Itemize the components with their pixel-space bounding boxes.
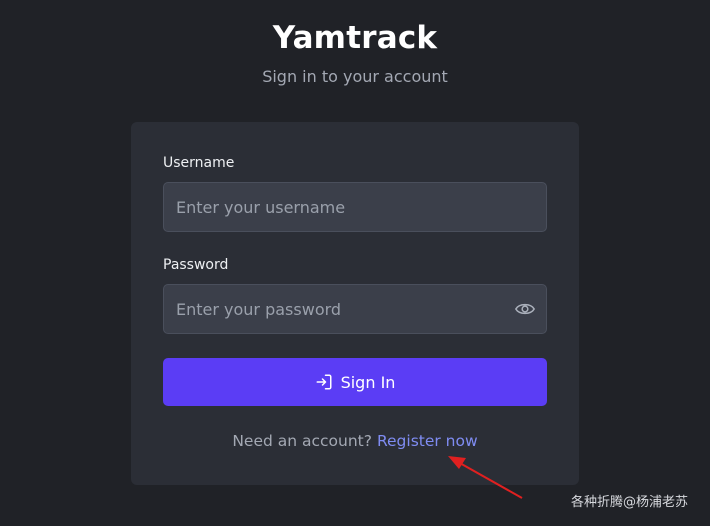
register-prompt: Need an account?: [232, 432, 372, 450]
watermark: 各种折腾@杨浦老苏: [570, 495, 688, 510]
register-link[interactable]: Register now: [377, 432, 478, 450]
username-field-wrapper: [163, 182, 547, 232]
eye-icon[interactable]: [515, 300, 535, 318]
register-prompt-row: Need an account? Register now: [131, 432, 579, 450]
annotation-arrow-icon: [448, 456, 523, 499]
page-subtitle: Sign in to your account: [262, 67, 448, 86]
sign-in-button[interactable]: Sign In: [163, 358, 547, 406]
sign-in-icon: [316, 374, 332, 390]
password-input[interactable]: [164, 285, 546, 333]
login-page: Yamtrack Sign in to your account Usernam…: [0, 0, 710, 526]
app-title: Yamtrack: [272, 20, 438, 56]
login-card: Username Password Sign In Need an accoun…: [131, 122, 579, 485]
password-label: Password: [163, 257, 229, 273]
username-label: Username: [163, 155, 235, 171]
password-field-wrapper: [163, 284, 547, 334]
username-input[interactable]: [164, 183, 546, 231]
sign-in-label: Sign In: [340, 372, 396, 392]
